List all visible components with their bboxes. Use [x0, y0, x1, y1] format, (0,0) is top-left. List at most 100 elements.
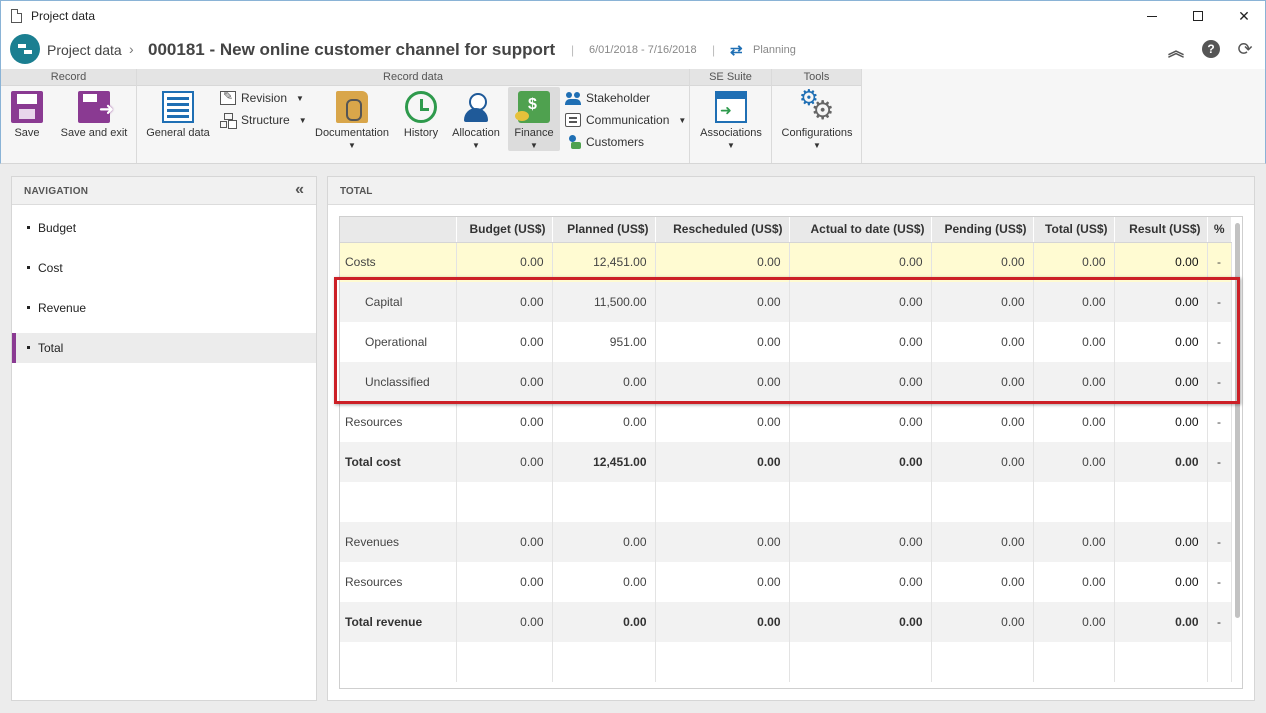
- associations-button[interactable]: Associations ▼: [696, 91, 766, 150]
- table-row[interactable]: Unclassified 0.00 0.00 0.00 0.00 0.00 0.…: [340, 362, 1232, 402]
- column-header-pending[interactable]: Pending (US$): [931, 217, 1034, 243]
- cell: -: [1207, 402, 1232, 442]
- cell: 0.00: [931, 242, 1034, 282]
- totals-grid: Budget (US$) Planned (US$) Rescheduled (…: [339, 216, 1243, 689]
- minimize-icon: [1147, 15, 1157, 17]
- save-exit-icon: [78, 91, 114, 123]
- history-icon: [405, 91, 437, 123]
- allocation-button[interactable]: Allocation ▼: [449, 91, 503, 150]
- cell: 0.00: [931, 602, 1034, 642]
- cell: 0.00: [1033, 362, 1115, 402]
- nav-item-cost[interactable]: Cost: [12, 253, 316, 283]
- table-row[interactable]: Costs 0.00 12,451.00 0.00 0.00 0.00 0.00…: [340, 242, 1232, 282]
- collapse-panel-icon[interactable]: «: [295, 181, 304, 199]
- help-icon[interactable]: ?: [1202, 40, 1220, 58]
- table-row[interactable]: Resources 0.00 0.00 0.00 0.00 0.00 0.00 …: [340, 402, 1232, 442]
- cell: 0.00: [456, 442, 553, 482]
- column-header-planned[interactable]: Planned (US$): [552, 217, 656, 243]
- history-button[interactable]: History: [399, 91, 443, 139]
- revision-label: Revision: [241, 91, 288, 105]
- table-row[interactable]: Operational 0.00 951.00 0.00 0.00 0.00 0…: [340, 322, 1232, 362]
- header-divider: |: [712, 43, 716, 57]
- cell: 0.00: [931, 322, 1034, 362]
- cell: 0.00: [1114, 362, 1208, 402]
- cell: 0.00: [655, 402, 790, 442]
- record-title: 000181 - New online customer channel for…: [148, 40, 556, 59]
- column-header-total[interactable]: Total (US$): [1033, 217, 1115, 243]
- chevron-down-icon: ▼: [348, 141, 356, 150]
- nav-item-revenue[interactable]: Revenue: [12, 293, 316, 323]
- table-row[interactable]: Total revenue 0.00 0.00 0.00 0.00 0.00 0…: [340, 602, 1232, 642]
- cell: 0.00: [1033, 322, 1115, 362]
- column-header-budget[interactable]: Budget (US$): [456, 217, 553, 243]
- table-row[interactable]: Resources 0.00 0.00 0.00 0.00 0.00 0.00 …: [340, 562, 1232, 602]
- nav-item-label: Budget: [38, 221, 77, 235]
- collapse-header-icon[interactable]: ︽: [1167, 40, 1185, 60]
- ribbon-group-tools: Tools Configurations ▼: [772, 69, 862, 163]
- chevron-down-icon: ▼: [727, 141, 735, 150]
- nav-item-budget[interactable]: Budget: [12, 213, 316, 243]
- cell: 0.00: [655, 522, 790, 562]
- ribbon-toolbar: Record Save Save and exit Record data Ge…: [0, 69, 1266, 164]
- customers-button[interactable]: Customers: [565, 135, 644, 149]
- nav-item-label: Cost: [38, 261, 63, 275]
- table-row-empty: [340, 642, 1232, 682]
- cell: 11,500.00: [552, 282, 656, 322]
- chevron-down-icon: ▼: [678, 115, 687, 125]
- history-label: History: [403, 127, 439, 139]
- revision-button[interactable]: Revision ▼: [220, 89, 304, 105]
- communication-button[interactable]: Communication ▼: [565, 113, 686, 127]
- column-header[interactable]: [340, 217, 457, 243]
- maximize-button[interactable]: [1175, 1, 1221, 31]
- cell: 0.00: [1114, 322, 1208, 362]
- save-button[interactable]: Save: [9, 91, 45, 139]
- vertical-scrollbar[interactable]: [1235, 223, 1240, 618]
- breadcrumb-app[interactable]: Project data: [47, 42, 122, 58]
- cell: 0.00: [1033, 242, 1115, 282]
- close-button[interactable]: ✕: [1221, 1, 1266, 31]
- nav-item-total[interactable]: Total: [12, 333, 316, 363]
- save-and-exit-button[interactable]: Save and exit: [57, 91, 131, 139]
- column-header-result[interactable]: Result (US$): [1114, 217, 1208, 243]
- minimize-button[interactable]: [1129, 1, 1175, 31]
- configurations-button[interactable]: Configurations ▼: [778, 85, 856, 150]
- cell: -: [1207, 562, 1232, 602]
- cell: -: [1207, 602, 1232, 642]
- structure-button[interactable]: Structure ▼: [220, 113, 307, 128]
- finance-button[interactable]: Finance ▼: [508, 87, 560, 151]
- table-row[interactable]: Revenues 0.00 0.00 0.00 0.00 0.00 0.00 0…: [340, 522, 1232, 562]
- general-data-button[interactable]: General data: [143, 91, 213, 139]
- table-row[interactable]: Capital 0.00 11,500.00 0.00 0.00 0.00 0.…: [340, 282, 1232, 322]
- cell: 0.00: [789, 402, 932, 442]
- chevron-down-icon: ▼: [296, 93, 304, 103]
- cell: 0.00: [456, 362, 553, 402]
- app-logo: [10, 34, 40, 64]
- navigation-title: NAVIGATION: [24, 186, 89, 197]
- column-header-percent[interactable]: %: [1207, 217, 1232, 243]
- bullet-icon: [27, 266, 30, 269]
- table-row-empty: [340, 482, 1232, 522]
- allocation-icon: [460, 91, 492, 123]
- cell: 0.00: [552, 562, 656, 602]
- cell: 0.00: [1114, 282, 1208, 322]
- cell: 0.00: [456, 322, 553, 362]
- cell: 0.00: [552, 522, 656, 562]
- structure-icon: [220, 113, 236, 128]
- general-data-icon: [162, 91, 194, 123]
- cell: 0.00: [789, 602, 932, 642]
- documentation-button[interactable]: Documentation ▼: [313, 91, 391, 150]
- configurations-icon: [799, 85, 834, 126]
- column-header-actual[interactable]: Actual to date (US$): [789, 217, 932, 243]
- cell: 0.00: [552, 402, 656, 442]
- cell: 0.00: [789, 522, 932, 562]
- column-header-rescheduled[interactable]: Rescheduled (US$): [655, 217, 790, 243]
- finance-label: Finance: [514, 127, 554, 139]
- cell: 0.00: [456, 282, 553, 322]
- cell: 0.00: [655, 362, 790, 402]
- table-row[interactable]: Total cost 0.00 12,451.00 0.00 0.00 0.00…: [340, 442, 1232, 482]
- window-titlebar: Project data ✕: [0, 0, 1266, 31]
- navigation-panel: NAVIGATION « Budget Cost Revenue Total: [11, 176, 317, 701]
- refresh-icon[interactable]: ⟳: [1236, 39, 1254, 59]
- ribbon-group-record-data: Record data General data Revision ▼ Stru…: [137, 69, 690, 163]
- stakeholder-button[interactable]: Stakeholder: [565, 91, 650, 105]
